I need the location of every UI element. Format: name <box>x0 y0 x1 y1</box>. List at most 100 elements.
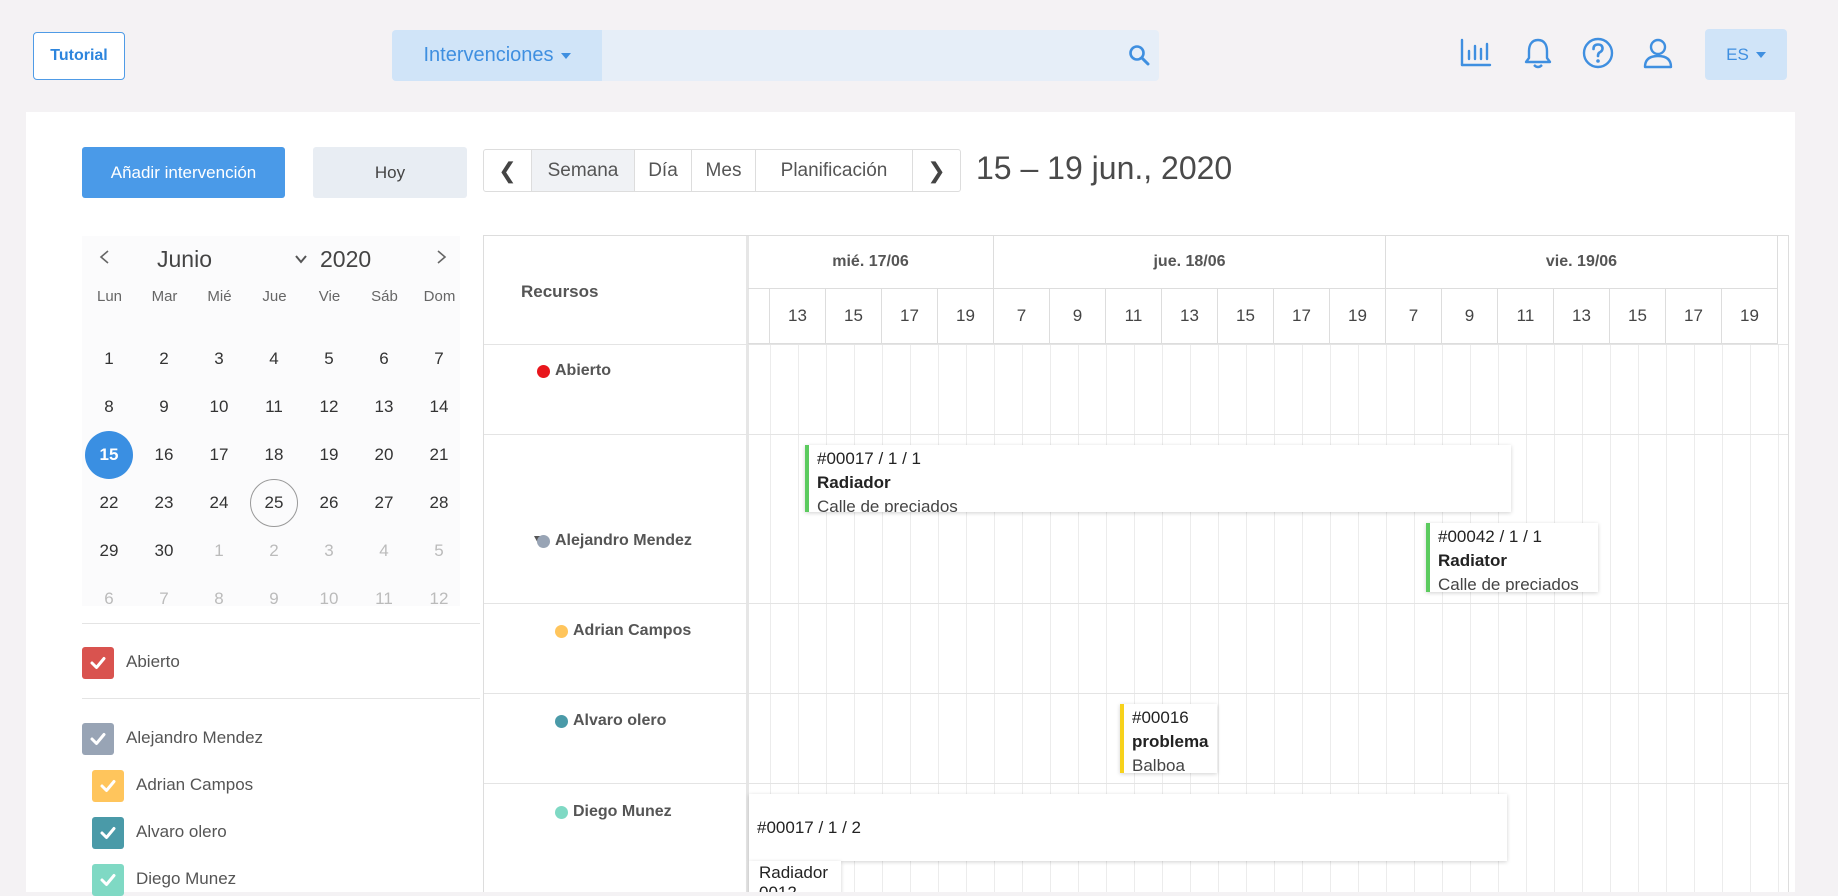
search-type-dropdown[interactable]: Intervenciones <box>392 30 602 81</box>
grid-line <box>1750 344 1751 892</box>
calendar-day[interactable]: 17 <box>195 431 243 479</box>
event-card[interactable]: Radiador0012 <box>749 861 841 892</box>
calendar-day[interactable]: 25 <box>250 479 298 527</box>
calendar-day[interactable]: 27 <box>360 479 408 527</box>
resource-checkbox[interactable] <box>92 770 124 802</box>
event-id-clipped: 0012 <box>759 883 831 892</box>
chevron-left-icon[interactable] <box>98 250 112 264</box>
chevron-down-icon[interactable] <box>294 254 308 264</box>
tab-dia[interactable]: Día <box>635 150 692 191</box>
event-id: #00017 / 1 / 1 <box>817 449 921 468</box>
calendar-day[interactable]: 4 <box>250 335 298 383</box>
calendar-day[interactable]: 11 <box>250 383 298 431</box>
calendar-year[interactable]: 2020 <box>320 246 371 273</box>
weekday-header: Sáb <box>371 288 398 305</box>
calendar-day[interactable]: 6 <box>360 335 408 383</box>
event-title: Radiador <box>759 863 828 882</box>
bell-icon[interactable] <box>1521 36 1555 70</box>
calendar-day[interactable]: 21 <box>415 431 463 479</box>
calendar-day[interactable]: 2 <box>250 527 298 575</box>
divider <box>82 623 480 624</box>
calendar-day[interactable]: 9 <box>250 575 298 623</box>
resource-checkbox[interactable] <box>92 817 124 849</box>
resource-checkbox[interactable] <box>82 723 114 755</box>
calendar-day[interactable]: 24 <box>195 479 243 527</box>
calendar-day[interactable]: 8 <box>195 575 243 623</box>
calendar-day[interactable]: 22 <box>85 479 133 527</box>
language-dropdown[interactable]: ES <box>1705 29 1787 80</box>
calendar-day[interactable]: 18 <box>250 431 298 479</box>
hour-header: 13 <box>1162 289 1218 344</box>
search-icon[interactable] <box>1127 43 1151 67</box>
check-icon <box>90 733 106 745</box>
grid-line <box>1582 344 1583 892</box>
calendar-day[interactable]: 1 <box>195 527 243 575</box>
calendar-day[interactable]: 6 <box>85 575 133 623</box>
calendar-day[interactable]: 10 <box>195 383 243 431</box>
resource-row-label: Alejandro Mendez <box>555 532 692 549</box>
tutorial-button[interactable]: Tutorial <box>33 32 125 80</box>
event-card[interactable]: #00042 / 1 / 1 Radiator Calle de preciados <box>1426 523 1598 592</box>
calendar-day[interactable]: 9 <box>140 383 188 431</box>
next-range-button[interactable]: ❯ <box>913 150 960 191</box>
resource-checkbox[interactable] <box>92 864 124 896</box>
hour-header: 17 <box>1666 289 1722 344</box>
resource-row-label: Abierto <box>555 362 611 379</box>
calendar-month[interactable]: Junio <box>157 246 212 273</box>
calendar-day[interactable]: 7 <box>140 575 188 623</box>
grid-line <box>1526 344 1527 892</box>
calendar-day[interactable]: 29 <box>85 527 133 575</box>
calendar-day[interactable]: 28 <box>415 479 463 527</box>
resource-row-label: Diego Munez <box>573 803 672 820</box>
add-intervention-button[interactable]: Añadir intervención <box>82 147 285 198</box>
resource-color-dot <box>555 625 568 638</box>
check-icon <box>100 874 116 886</box>
calendar-day[interactable]: 23 <box>140 479 188 527</box>
tab-planificacion[interactable]: Planificación <box>756 150 913 191</box>
caret-down-icon <box>560 52 571 59</box>
hour-header: 19 <box>938 289 994 344</box>
resource-checkbox-label: Diego Munez <box>136 869 237 888</box>
help-icon[interactable] <box>1581 36 1615 70</box>
hour-header: 15 <box>826 289 882 344</box>
hour-header: 9 <box>1050 289 1106 344</box>
calendar-day[interactable]: 13 <box>360 383 408 431</box>
calendar-day[interactable]: 30 <box>140 527 188 575</box>
calendar-day[interactable]: 16 <box>140 431 188 479</box>
event-card[interactable]: #00017 / 1 / 1 Radiador Calle de preciados <box>805 445 1511 512</box>
chevron-right-icon[interactable] <box>434 250 448 264</box>
calendar-day[interactable]: 1 <box>85 335 133 383</box>
calendar-day[interactable]: 12 <box>415 575 463 623</box>
calendar-day[interactable]: 3 <box>305 527 353 575</box>
calendar-day[interactable]: 19 <box>305 431 353 479</box>
calendar-day[interactable]: 11 <box>360 575 408 623</box>
calendar-day[interactable]: 14 <box>415 383 463 431</box>
grid-line <box>1554 344 1555 892</box>
calendar-day[interactable]: 12 <box>305 383 353 431</box>
prev-range-button[interactable]: ❮ <box>484 150 532 191</box>
calendar-day[interactable]: 3 <box>195 335 243 383</box>
calendar-day[interactable]: 20 <box>360 431 408 479</box>
check-icon <box>100 780 116 792</box>
grid-line <box>1694 344 1695 892</box>
event-card[interactable]: #00016 problema Balboa <box>1120 704 1217 773</box>
tab-semana[interactable]: Semana <box>532 150 635 191</box>
resource-checkbox[interactable] <box>82 647 114 679</box>
user-icon[interactable] <box>1641 36 1675 70</box>
calendar-day[interactable]: 15 <box>85 431 133 479</box>
calendar-day[interactable]: 8 <box>85 383 133 431</box>
grid-line <box>1610 344 1611 892</box>
stats-chart-icon[interactable] <box>1459 36 1493 70</box>
calendar-day[interactable]: 7 <box>415 335 463 383</box>
calendar-day[interactable]: 5 <box>305 335 353 383</box>
calendar-day[interactable]: 10 <box>305 575 353 623</box>
calendar-day[interactable]: 5 <box>415 527 463 575</box>
calendar-day[interactable]: 26 <box>305 479 353 527</box>
divider <box>82 698 480 699</box>
calendar-day[interactable]: 4 <box>360 527 408 575</box>
tab-mes[interactable]: Mes <box>692 150 756 191</box>
today-button[interactable]: Hoy <box>313 147 467 198</box>
check-icon <box>100 827 116 839</box>
calendar-day[interactable]: 2 <box>140 335 188 383</box>
event-card[interactable]: #00017 / 1 / 2 <box>749 794 1507 861</box>
